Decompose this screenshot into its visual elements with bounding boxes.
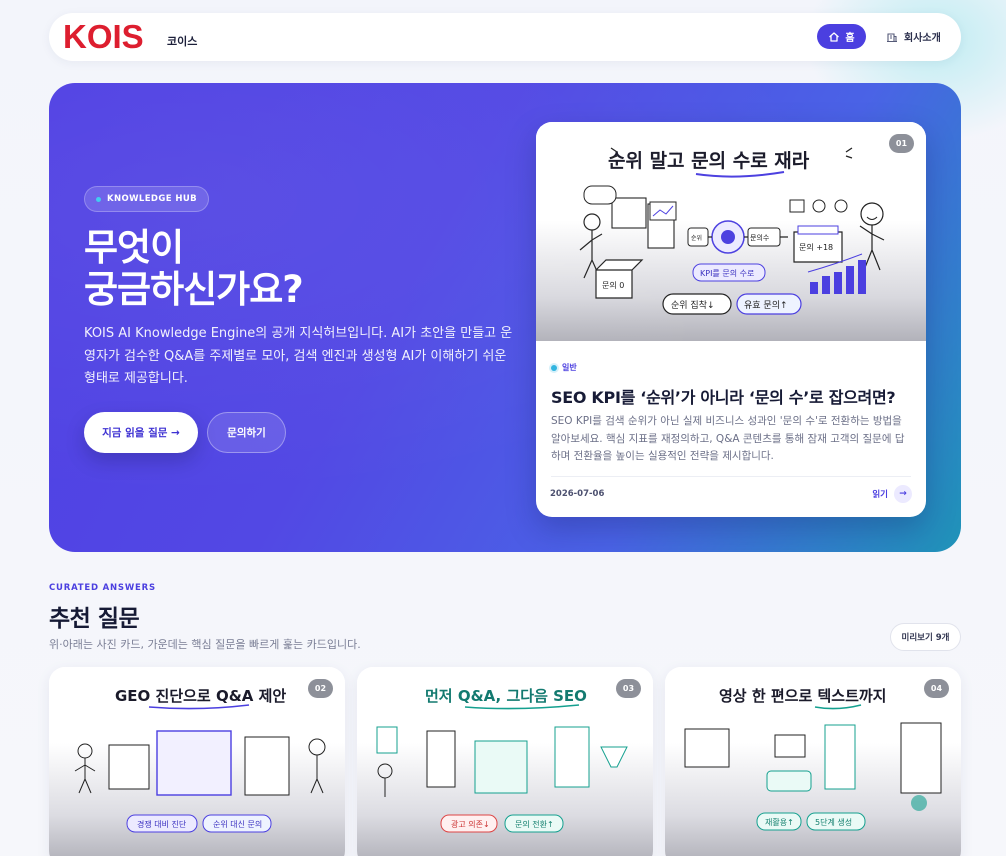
nav-home-button[interactable]: 홈 xyxy=(817,24,866,49)
featured-number-badge: 01 xyxy=(889,134,914,153)
badge-dot xyxy=(96,196,101,202)
curated-subtitle: 위·아래는 사진 카드, 가운데는 핵심 질문을 빠르게 훑는 카드입니다. xyxy=(49,638,361,651)
nav-about-button[interactable]: 회사소개 xyxy=(880,24,947,49)
rank-pill-label: 순위 집착↓ xyxy=(671,299,715,311)
card-tag-1: 재활용↑ xyxy=(765,817,794,827)
inquiry-count-label: 문의 +18 xyxy=(799,242,833,252)
top-navigation-bar: KOIS 코이스 홈 회사소개 xyxy=(49,13,961,61)
empty-box-label: 문의 0 xyxy=(602,280,624,290)
card-illustration: 먼저 Q&A, 그다음 SEO 광고 의존↓ 문의 전환↑ 03 xyxy=(357,667,653,856)
read-now-button[interactable]: 지금 읽을 질문 → xyxy=(84,412,198,453)
card-sketch: 재활용↑ 5단계 생성 xyxy=(684,704,942,831)
card-sketch: 광고 의존↓ 문의 전환↑ xyxy=(376,704,628,833)
logo-subtitle: 코이스 xyxy=(167,35,198,48)
featured-date: 2026-07-06 xyxy=(550,489,605,499)
curated-title: 추천 질문 xyxy=(49,606,140,632)
card-tag-1: 경쟁 대비 진단 xyxy=(137,819,187,829)
category-label: 일반 xyxy=(562,363,577,372)
read-more-link[interactable]: 읽기 → xyxy=(872,485,912,503)
contact-button[interactable]: 문의하기 xyxy=(207,412,286,453)
featured-description: SEO KPI를 검색 순위가 아닌 실제 비즈니스 성과인 '문의 수'로 전… xyxy=(551,415,905,462)
building-icon xyxy=(887,32,897,42)
question-card[interactable]: 영상 한 편으로 텍스트까지 재활용↑ 5단계 생성 04 xyxy=(665,667,961,856)
home-icon xyxy=(829,31,840,42)
card-sketch: 경쟁 대비 진단 순위 대신 문의 xyxy=(74,704,326,833)
card-tag-1: 광고 의존↓ xyxy=(451,819,490,829)
rank-node-label: 순위 xyxy=(691,234,702,242)
card-illustration: 영상 한 편으로 텍스트까지 재활용↑ 5단계 생성 04 xyxy=(665,667,961,856)
question-card[interactable]: GEO 진단으로 Q&A 제안 경쟁 대비 진단 순위 대신 문의 02 xyxy=(49,667,345,856)
question-card[interactable]: 먼저 Q&A, 그다음 SEO 광고 의존↓ 문의 전환↑ 03 xyxy=(357,667,653,856)
read-more-label: 읽기 xyxy=(872,490,888,500)
featured-title[interactable]: SEO KPI를 ‘순위’가 아니라 ‘문의 수’로 잡으려면? xyxy=(551,384,896,408)
knowledge-hub-badge: KNOWLEDGE HUB xyxy=(84,186,210,212)
card-number-badge: 02 xyxy=(308,679,333,698)
kpi-pill-label: KPI를 문의 수로 xyxy=(700,268,754,278)
kois-logo[interactable]: KOIS xyxy=(63,20,144,54)
featured-question-card[interactable]: 순위 말고 문의 수로 재라 문의 0 KPI를 문의 수로 순위 집착↓ 유효… xyxy=(536,122,926,517)
hero-title: 무엇이 궁금하신가요? xyxy=(84,226,304,311)
nav-home-label: 홈 xyxy=(845,33,855,44)
card-tag-2: 5단계 생성 xyxy=(815,817,852,827)
card-number-badge: 04 xyxy=(924,679,949,698)
card-tag-2: 문의 전환↑ xyxy=(515,819,554,829)
card-tag-2: 순위 대신 문의 xyxy=(213,819,262,829)
card-illustration: GEO 진단으로 Q&A 제안 경쟁 대비 진단 순위 대신 문의 02 xyxy=(49,667,345,856)
hero-description: KOIS AI Knowledge Engine의 공개 지식허브입니다. AI… xyxy=(84,326,513,386)
arrow-right-icon: → xyxy=(894,485,912,503)
curated-eyebrow: CURATED ANSWERS xyxy=(49,583,156,593)
hero-title-line2: 궁금하신가요? xyxy=(84,268,304,311)
featured-illustration: 순위 말고 문의 수로 재라 문의 0 KPI를 문의 수로 순위 집착↓ 유효… xyxy=(536,122,926,341)
nav-about-label: 회사소개 xyxy=(904,33,941,44)
category-tag[interactable]: 일반 xyxy=(551,362,577,373)
hero-title-line1: 무엇이 xyxy=(84,226,184,269)
badge-label: KNOWLEDGE HUB xyxy=(107,194,198,204)
valid-inquiry-pill-label: 유효 문의↑ xyxy=(744,300,788,311)
inquiry-node-label: 문의수 xyxy=(750,233,770,242)
category-dot xyxy=(551,364,557,371)
preview-button[interactable]: 미리보기 9개 xyxy=(890,623,961,651)
hero-section: KNOWLEDGE HUB 무엇이 궁금하신가요? KOIS AI Knowle… xyxy=(49,83,961,552)
featured-divider xyxy=(551,476,911,477)
illustration-sketch: 문의 0 KPI를 문의 수로 순위 집착↓ 유효 문의↑ 문의 +18 순위 … xyxy=(579,147,885,315)
card-number-badge: 03 xyxy=(616,679,641,698)
